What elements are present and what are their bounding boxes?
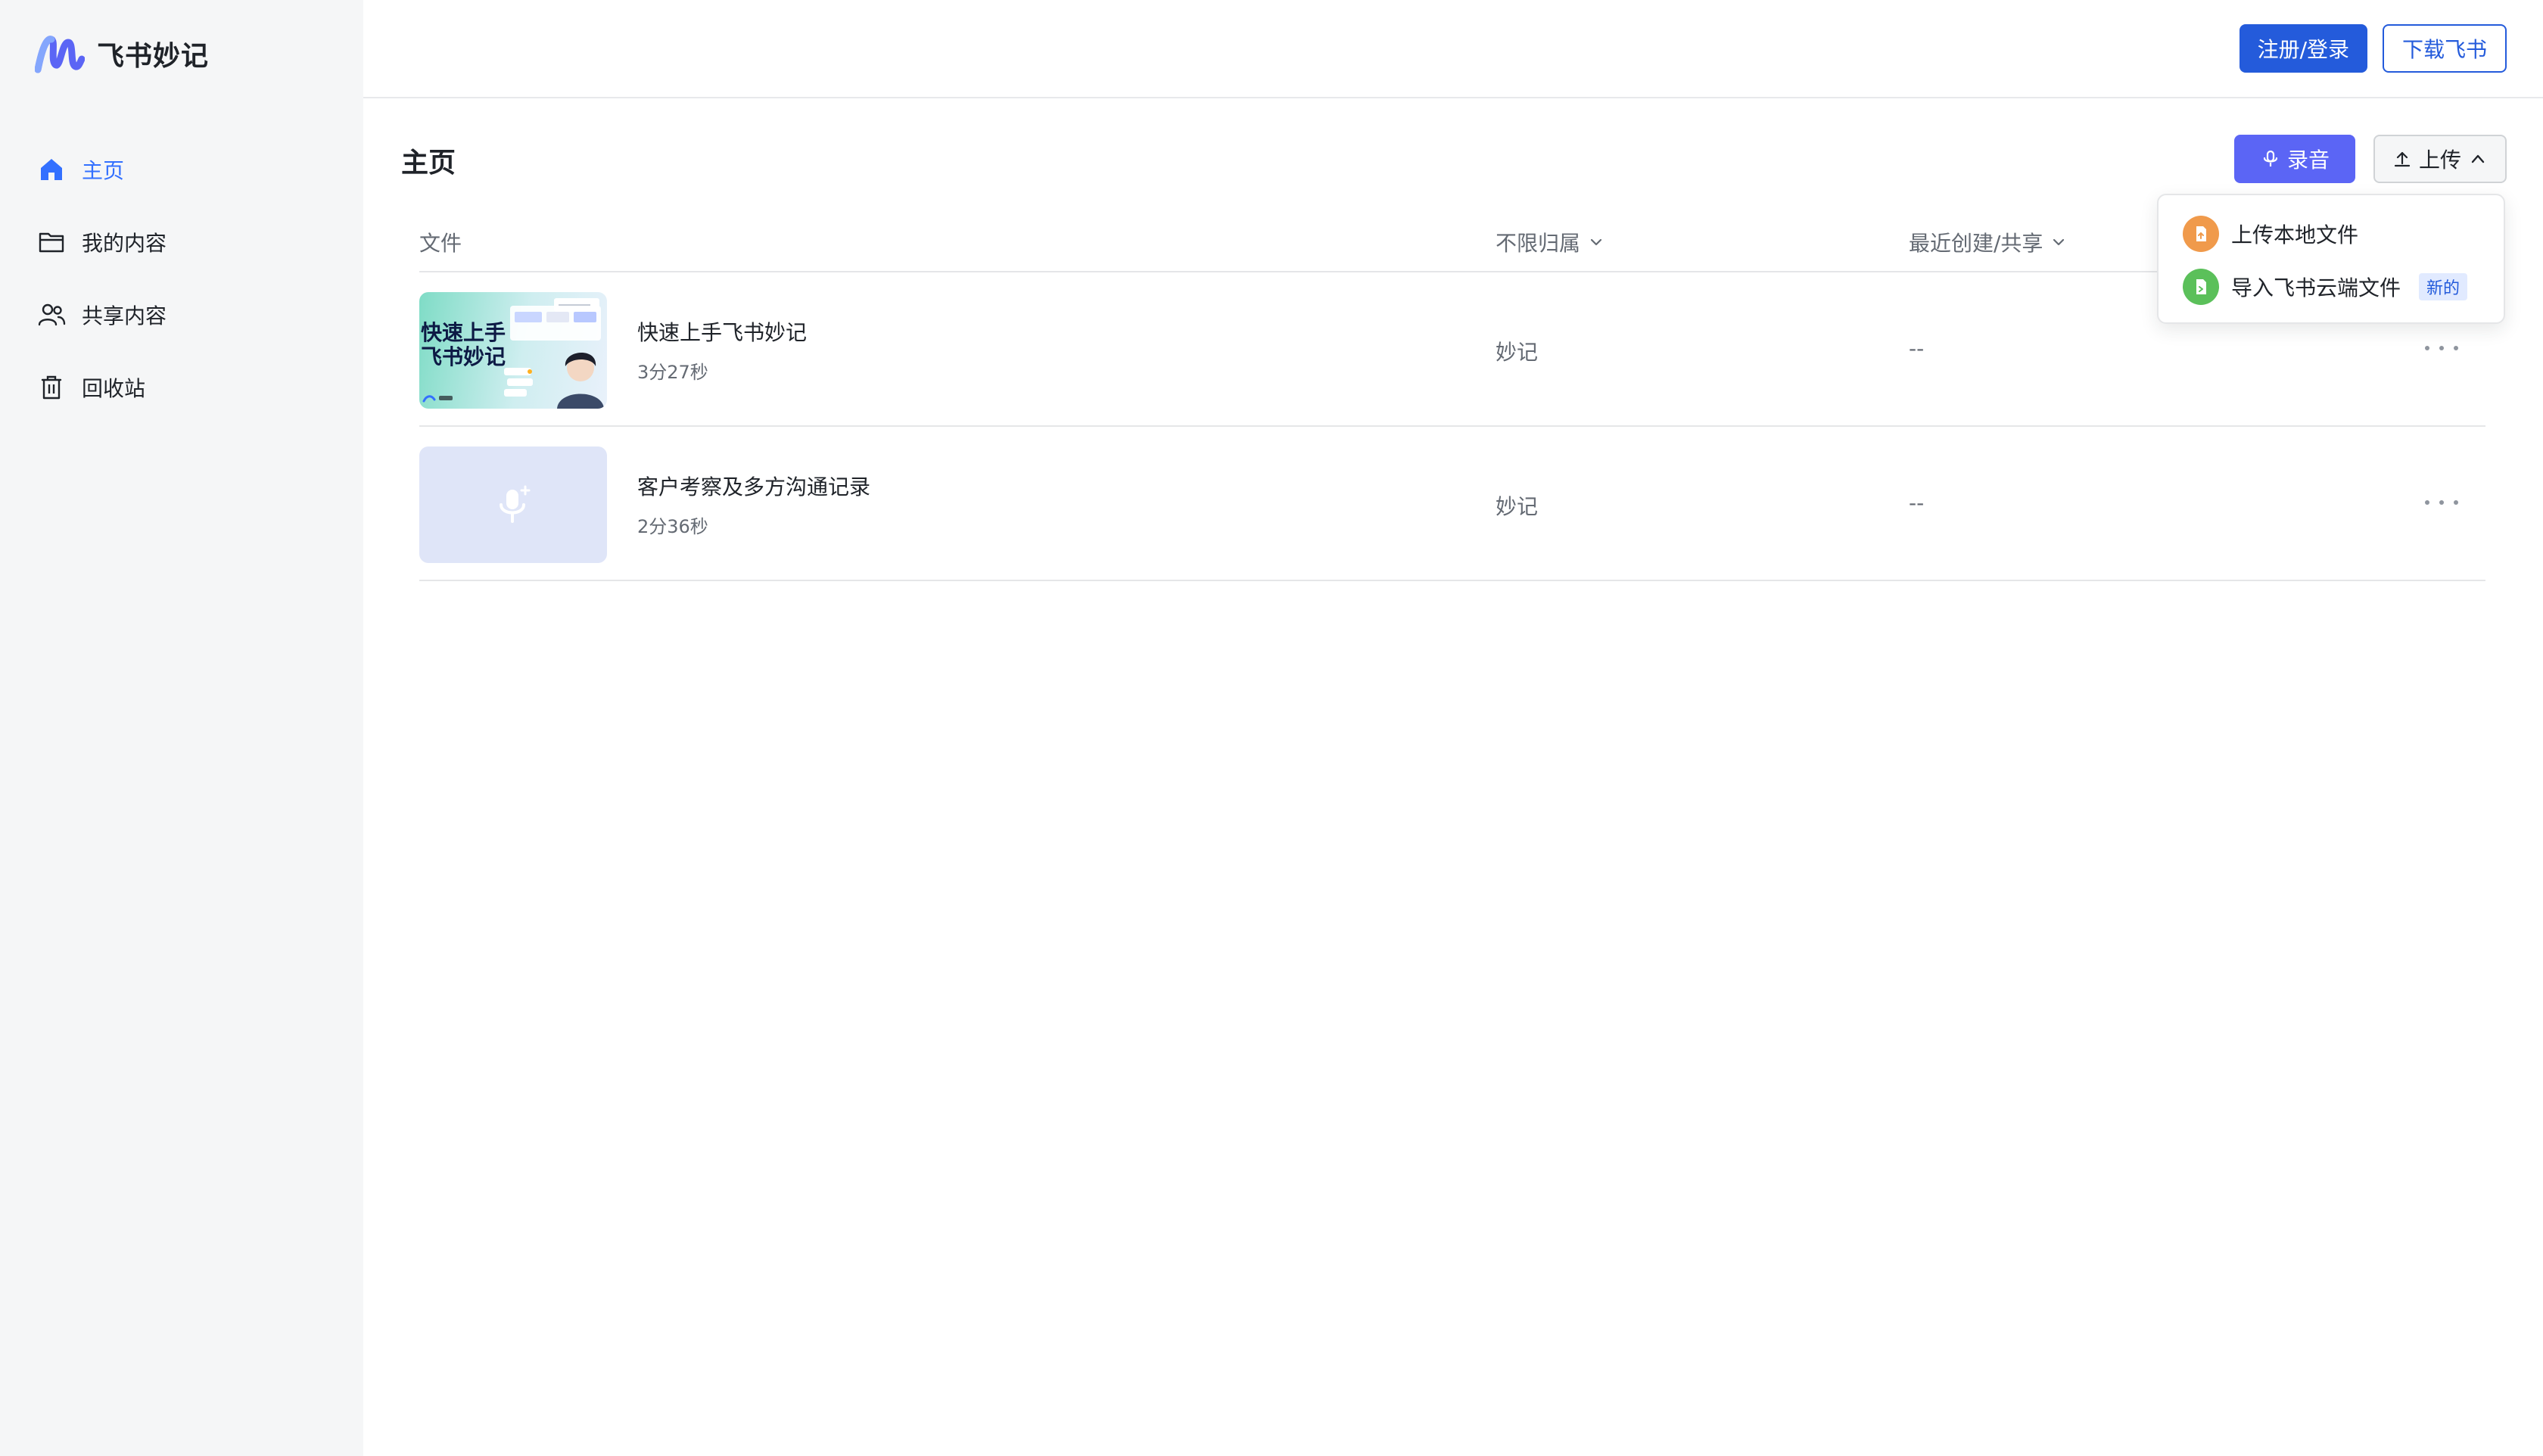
cloud-file-icon — [2183, 269, 2219, 305]
more-options-icon[interactable] — [2420, 487, 2463, 518]
home-icon — [41, 159, 62, 180]
sidebar-item-trash[interactable]: 回收站 — [0, 351, 363, 424]
users-icon — [38, 303, 66, 326]
sidebar-item-label: 主页 — [82, 158, 125, 183]
sidebar-item-shared[interactable]: 共享内容 — [0, 278, 363, 351]
brand[interactable]: 飞书妙记 — [35, 32, 209, 76]
upload-button-label: 上传 — [2418, 148, 2461, 173]
owner-filter-dropdown[interactable]: 不限归属 — [1496, 227, 1605, 257]
record-button[interactable]: 录音 — [2234, 135, 2355, 183]
file-duration: 2分36秒 — [637, 516, 708, 537]
brand-name: 飞书妙记 — [97, 41, 210, 72]
avatar-illustration-icon — [557, 352, 604, 409]
file-title[interactable]: 快速上手飞书妙记 — [637, 316, 807, 347]
file-duration: 3分27秒 — [637, 362, 708, 383]
upload-icon — [2394, 151, 2411, 167]
trash-icon — [41, 375, 62, 400]
sidebar-item-label: 回收站 — [82, 376, 146, 401]
folder-icon — [39, 232, 64, 253]
chat-bubbles-illustration-icon — [504, 368, 533, 397]
top-bar: 注册/登录 下载飞书 — [363, 0, 2543, 98]
app-window-illustration-icon — [510, 298, 601, 341]
chevron-down-icon — [2053, 238, 2065, 246]
file-shared: -- — [1909, 490, 1925, 515]
file-owner: 妙记 — [1496, 494, 1539, 519]
sidebar: 飞书妙记 主页 我的内容 共享内容 回收站 — [0, 0, 363, 1456]
file-title[interactable]: 客户考察及多方沟通记录 — [637, 471, 870, 501]
menu-item-upload-local[interactable]: 上传本地文件 — [2159, 207, 2504, 260]
chevron-down-icon — [1590, 238, 1602, 246]
file-owner: 妙记 — [1496, 340, 1539, 365]
file-import-icon — [2196, 279, 2206, 294]
sidebar-item-label: 我的内容 — [82, 231, 167, 256]
sidebar-nav: 主页 我的内容 共享内容 回收站 — [0, 133, 363, 424]
record-button-label: 录音 — [2286, 148, 2330, 173]
file-thumbnail[interactable] — [419, 446, 607, 563]
file-thumbnail[interactable]: 快速上手 飞书妙记 — [419, 292, 607, 409]
brand-logo-icon — [35, 36, 85, 73]
sidebar-item-label: 共享内容 — [82, 303, 167, 328]
sidebar-item-home[interactable]: 主页 — [0, 133, 363, 206]
new-badge: 新的 — [2419, 273, 2468, 300]
file-upload-icon — [2196, 226, 2206, 241]
created-sort-dropdown[interactable]: 最近创建/共享 — [1909, 227, 2067, 257]
microphone-plus-icon — [500, 485, 531, 523]
column-file: 文件 — [419, 231, 462, 256]
sidebar-item-my-content[interactable]: 我的内容 — [0, 206, 363, 278]
menu-item-label: 上传本地文件 — [2231, 222, 2359, 247]
feishu-logo-icon — [422, 395, 453, 403]
microphone-icon — [2263, 150, 2278, 166]
thumbnail-text: 快速上手 飞书妙记 — [421, 320, 506, 369]
table-row[interactable]: 客户考察及多方沟通记录 2分36秒 妙记 -- — [419, 427, 2485, 581]
file-shared: -- — [1909, 336, 1925, 361]
more-options-icon[interactable] — [2420, 333, 2463, 363]
menu-item-import-cloud[interactable]: 导入飞书云端文件 新的 — [2159, 260, 2504, 313]
upload-dropdown-menu: 上传本地文件 导入飞书云端文件 新的 — [2157, 194, 2505, 324]
page-title: 主页 — [401, 148, 456, 179]
login-button[interactable]: 注册/登录 — [2239, 24, 2367, 73]
chevron-up-icon — [2471, 154, 2485, 163]
upload-button[interactable]: 上传 — [2373, 135, 2507, 183]
app-root: 飞书妙记 主页 我的内容 共享内容 回收站 注册/登录 下载飞书 主页 录音 上… — [0, 0, 2543, 1456]
menu-item-label: 导入飞书云端文件 — [2231, 275, 2401, 300]
download-button[interactable]: 下载飞书 — [2382, 24, 2507, 73]
local-file-icon — [2183, 216, 2219, 252]
